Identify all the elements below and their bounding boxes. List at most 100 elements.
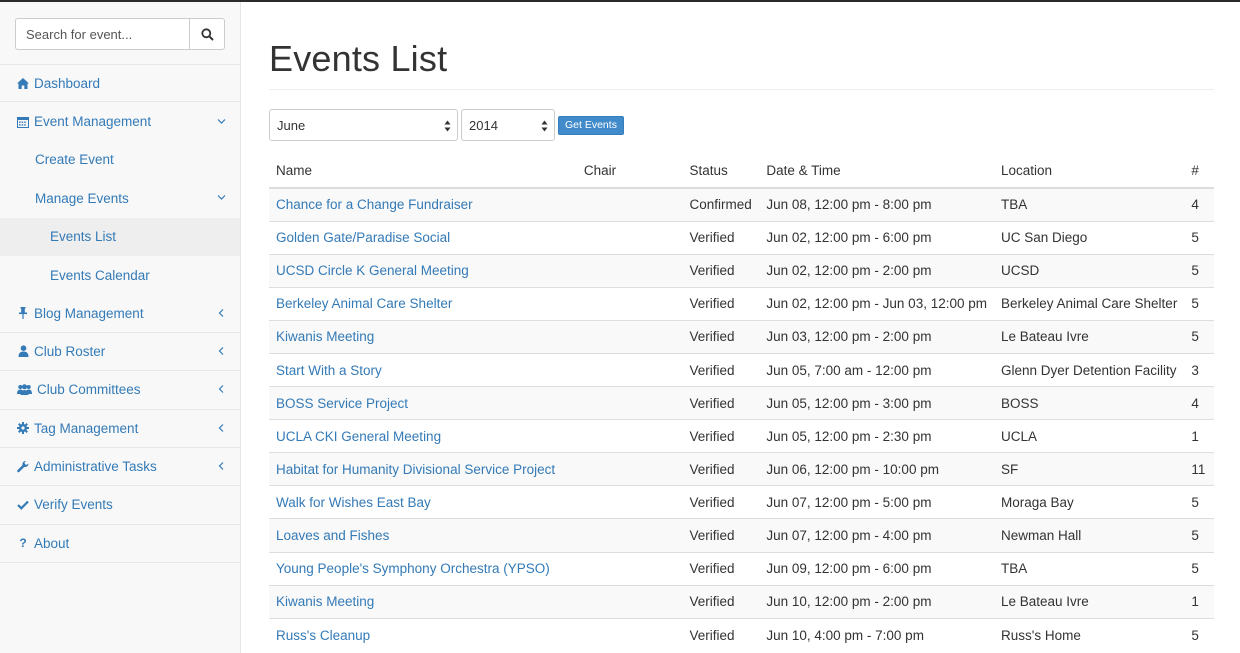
sidebar-item-blog-management[interactable]: Blog Management (0, 294, 240, 333)
chevron-left-icon (216, 346, 226, 356)
event-name-link[interactable]: UCSD Circle K General Meeting (269, 253, 577, 288)
sidebar-item-label: Club Committees (37, 382, 141, 398)
event-location: BOSS (993, 386, 1185, 420)
event-location: Newman Hall (993, 518, 1185, 553)
pushpin-icon (17, 307, 29, 320)
event-count: 5 (1184, 551, 1214, 586)
event-count: 3 (1184, 352, 1214, 387)
event-status: Verified (682, 419, 760, 453)
column-header-name[interactable]: Name (269, 153, 577, 189)
table-row: Berkeley Animal Care Shelter Verified Jun … (269, 286, 1214, 321)
event-chair (576, 551, 683, 586)
get-events-button[interactable]: Get Events (558, 115, 624, 135)
event-chair (576, 518, 683, 553)
title-divider (269, 89, 1214, 90)
search-icon (200, 27, 214, 41)
event-chair (576, 352, 683, 387)
chevron-left-icon (216, 308, 226, 318)
event-name-link[interactable]: Golden Gate/Paradise Social (269, 220, 577, 255)
event-name-link[interactable]: UCLA CKI General Meeting (269, 419, 577, 453)
event-status: Verified (682, 253, 760, 288)
table-row: Start With a Story Verified Jun 05, 7:00 a… (269, 352, 1214, 387)
event-status: Verified (682, 617, 760, 652)
table-row: Chance for a Change Fundraiser Confirmed J… (269, 187, 1214, 222)
event-count: 4 (1184, 386, 1214, 420)
event-count: 11 (1184, 452, 1214, 486)
home-icon (17, 77, 29, 89)
table-row: Kiwanis Meeting Verified Jun 03, 12:00 pm … (269, 319, 1214, 354)
sidebar-item-event-management[interactable]: Event Management (0, 102, 240, 140)
event-name-link[interactable]: Walk for Wishes East Bay (269, 485, 577, 519)
event-chair (576, 319, 683, 354)
event-name-link[interactable]: BOSS Service Project (269, 386, 577, 420)
event-chair (576, 617, 683, 652)
event-name-link[interactable]: Kiwanis Meeting (269, 319, 577, 354)
event-chair (576, 253, 683, 288)
event-filters: June 2014 Get Events (269, 109, 624, 141)
sidebar-item-dashboard[interactable]: Dashboard (0, 64, 240, 103)
event-name-link[interactable]: Young People's Symphony Orchestra (YPSO) (269, 551, 577, 586)
sidebar-item-events-calendar[interactable]: Events Calendar (0, 256, 240, 294)
sidebar-item-label: Event Management (34, 114, 152, 130)
question-icon: ? (19, 536, 27, 551)
sidebar-item-manage-events[interactable]: Manage Events (0, 179, 240, 217)
event-name-link[interactable]: Habitat for Humanity Divisional Service … (269, 452, 577, 486)
sidebar-item-label: Club Roster (34, 343, 106, 359)
column-header-chair[interactable]: Chair (576, 153, 683, 189)
chevron-left-icon (216, 423, 226, 433)
column-header-status[interactable]: Status (682, 153, 760, 189)
event-location: UC San Diego (993, 220, 1185, 255)
event-location: TBA (993, 551, 1185, 586)
event-date-time: Jun 10, 12:00 pm - 2:00 pm (759, 584, 994, 619)
sidebar-item-label: Administrative Tasks (34, 459, 157, 475)
event-location: Le Bateau Ivre (993, 319, 1185, 354)
event-name-link[interactable]: Start With a Story (269, 352, 577, 387)
table-row: UCSD Circle K General Meeting Verified Jun… (269, 253, 1214, 288)
event-date-time: Jun 05, 7:00 am - 12:00 pm (759, 352, 994, 387)
event-status: Verified (682, 518, 760, 553)
table-header-row: Name Chair Status Date & Time Location # (269, 153, 1214, 189)
sidebar-item-club-roster[interactable]: Club Roster (0, 333, 240, 372)
sidebar-item-tag-management[interactable]: Tag Management (0, 410, 240, 448)
event-count: 5 (1184, 518, 1214, 553)
table-row: Young People's Symphony Orchestra (YPSO)… (269, 551, 1214, 586)
event-name-link[interactable]: Kiwanis Meeting (269, 584, 577, 619)
table-row: BOSS Service Project Verified Jun 05, 12:0… (269, 386, 1214, 420)
event-status: Verified (682, 485, 760, 519)
sidebar-item-label: Create Event (35, 152, 114, 168)
sidebar-item-about[interactable]: ? About (0, 525, 240, 564)
sidebar-item-label: About (34, 535, 70, 551)
sidebar-item-verify-events[interactable]: Verify Events (0, 486, 240, 525)
event-count: 5 (1184, 286, 1214, 321)
event-chair (576, 419, 683, 453)
table-row: Russ's Cleanup Verified Jun 10, 4:00 pm - … (269, 617, 1214, 652)
table-row: Kiwanis Meeting Verified Jun 10, 12:00 pm … (269, 584, 1214, 619)
sidebar-item-events-list[interactable]: Events List (0, 217, 240, 256)
year-select[interactable]: 2014 (461, 109, 555, 141)
event-status: Verified (682, 319, 760, 354)
month-select[interactable]: June (269, 109, 458, 141)
event-count: 5 (1184, 253, 1214, 288)
users-icon (17, 384, 32, 396)
event-date-time: Jun 07, 12:00 pm - 5:00 pm (759, 485, 994, 519)
sidebar-item-create-event[interactable]: Create Event (0, 141, 240, 179)
search-button[interactable] (189, 18, 225, 50)
sidebar-item-administrative-tasks[interactable]: Administrative Tasks (0, 448, 240, 487)
sidebar: Dashboard Event Management Create Event … (0, 2, 241, 653)
search-input[interactable] (15, 18, 189, 50)
event-name-link[interactable]: Chance for a Change Fundraiser (269, 187, 577, 222)
sidebar-item-club-committees[interactable]: Club Committees (0, 371, 240, 410)
event-location: UCLA (993, 419, 1185, 453)
column-header-location[interactable]: Location (993, 153, 1185, 189)
column-header-date-time[interactable]: Date & Time (759, 153, 994, 189)
event-count: 4 (1184, 187, 1214, 222)
page-title: Events List (269, 38, 448, 79)
event-date-time: Jun 07, 12:00 pm - 4:00 pm (759, 518, 994, 553)
event-count: 5 (1184, 220, 1214, 255)
event-location: UCSD (993, 253, 1185, 288)
chevron-down-icon (216, 193, 226, 203)
event-name-link[interactable]: Berkeley Animal Care Shelter (269, 286, 577, 321)
event-name-link[interactable]: Loaves and Fishes (269, 518, 577, 553)
event-name-link[interactable]: Russ's Cleanup (269, 617, 577, 652)
column-header-count[interactable]: # (1184, 153, 1214, 189)
